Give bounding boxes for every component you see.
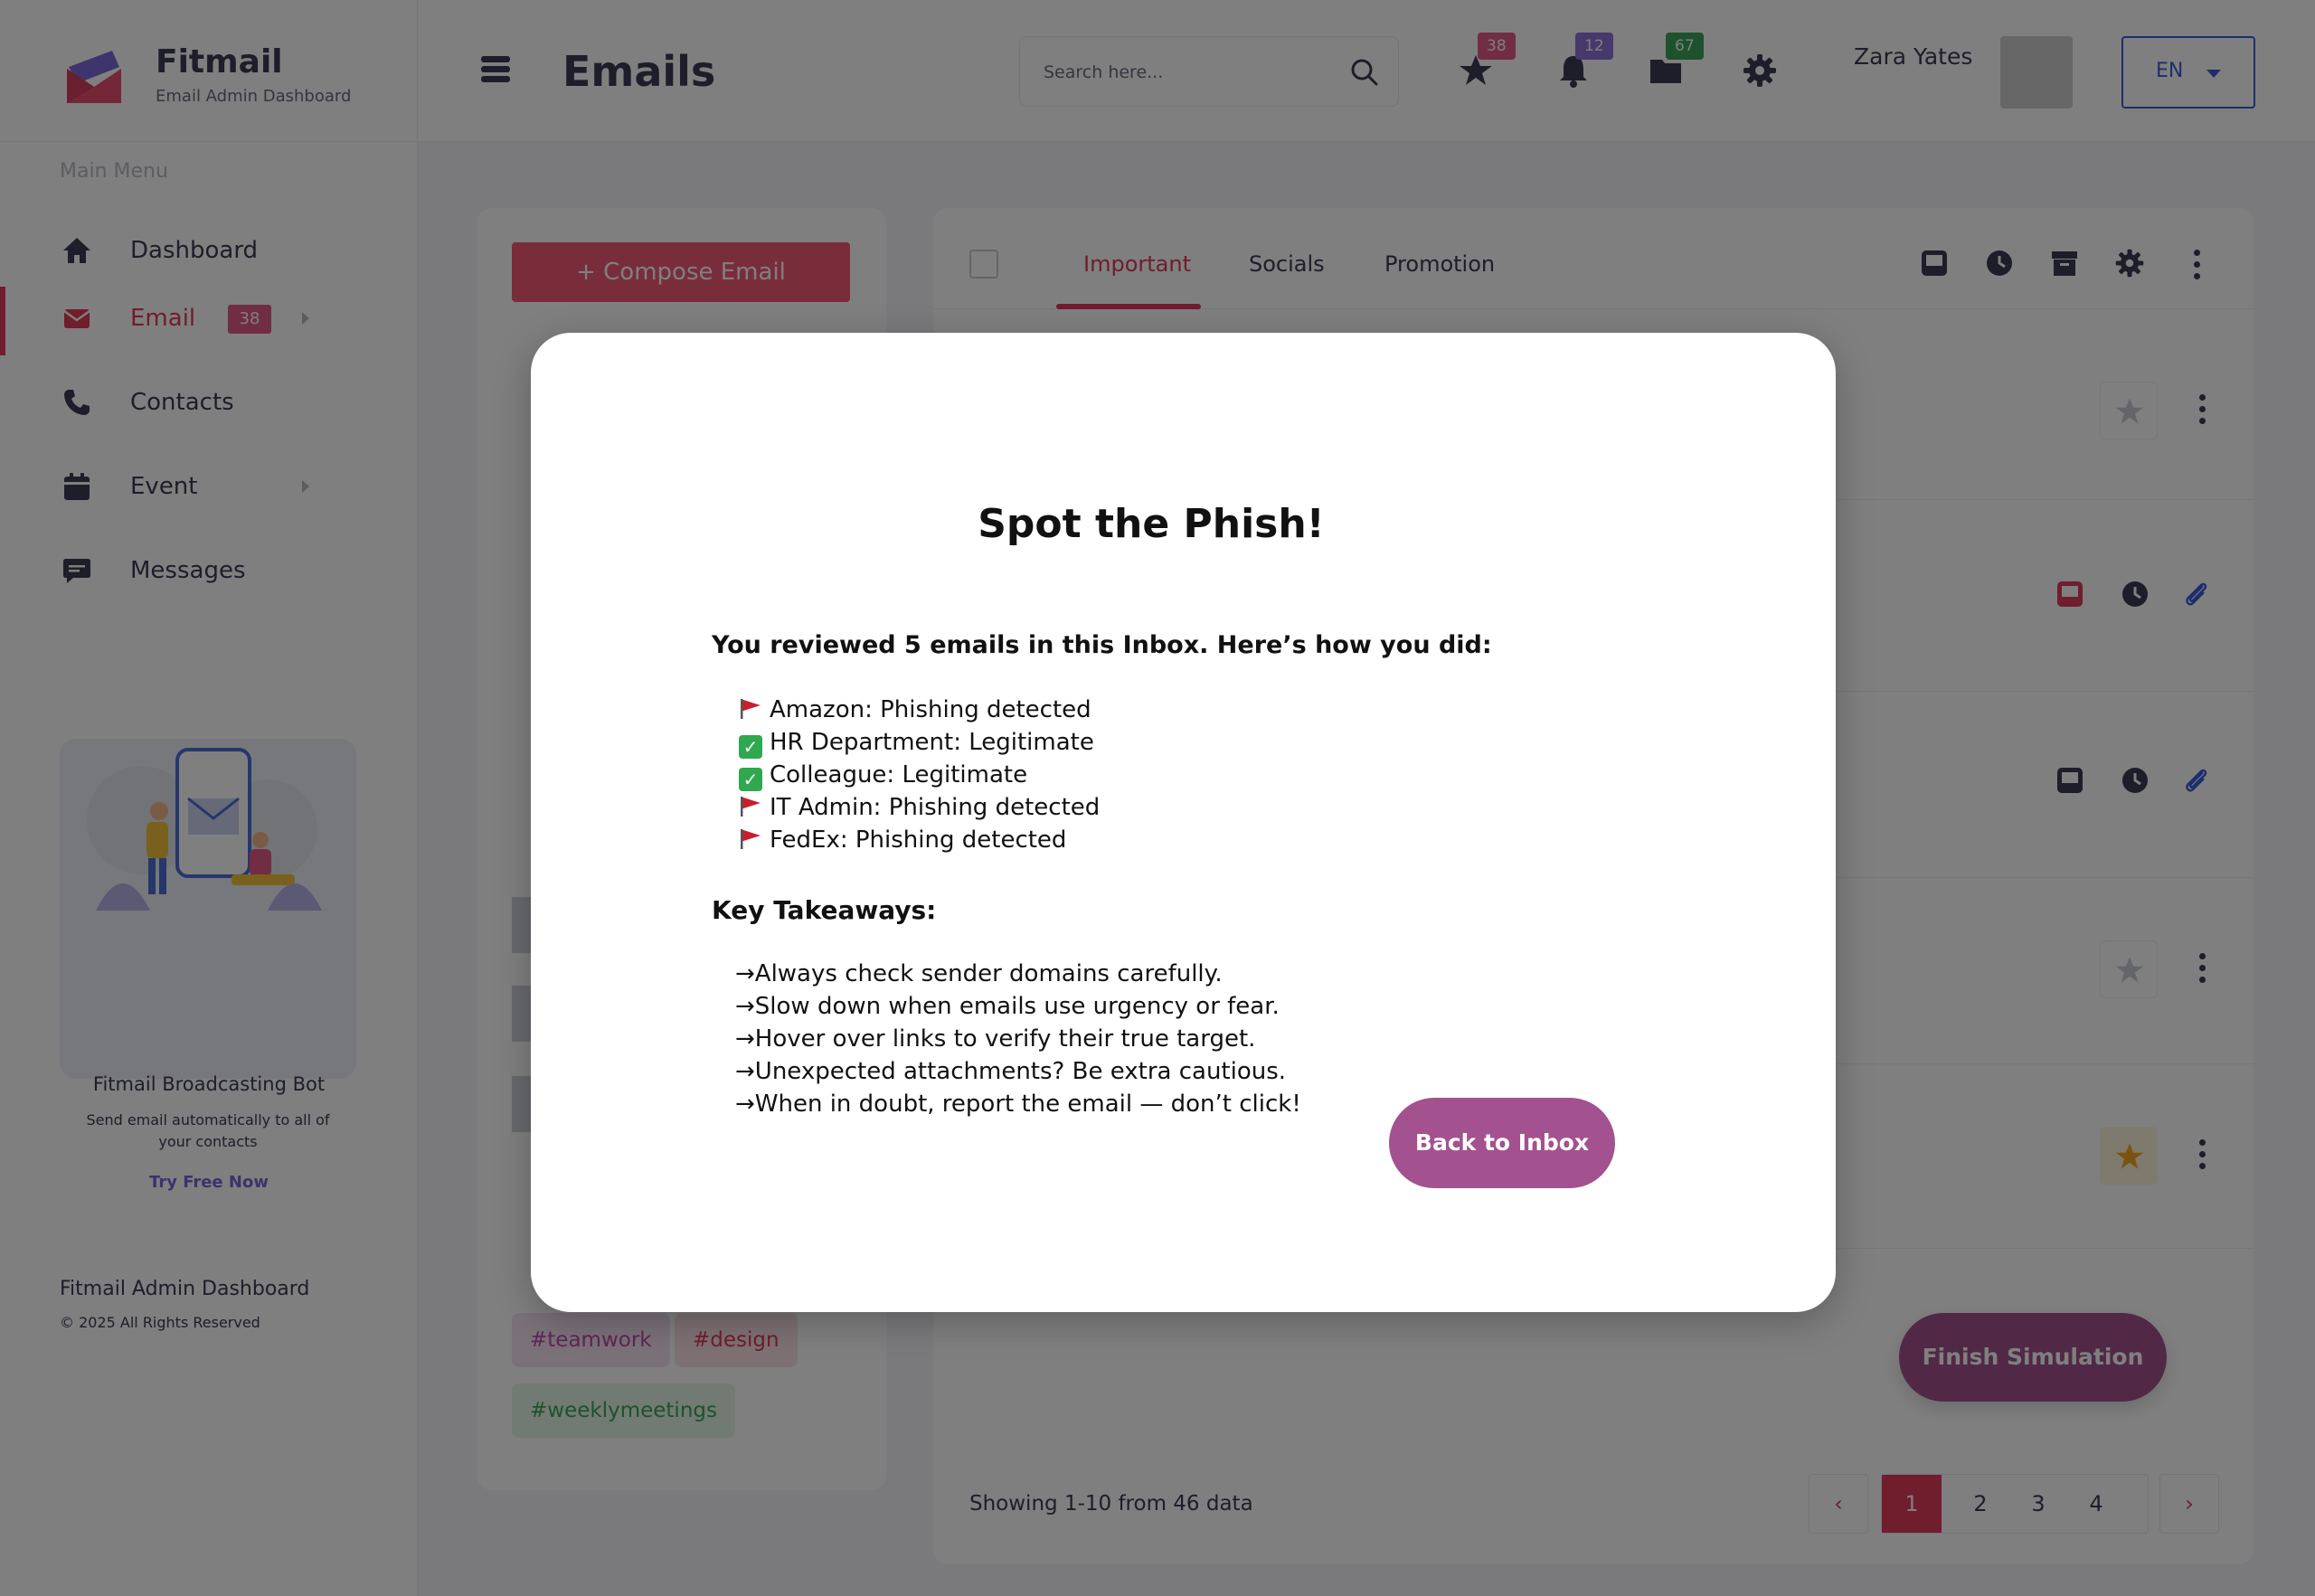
back-to-inbox-button[interactable]: Back to Inbox bbox=[1389, 1098, 1615, 1188]
modal-intro: You reviewed 5 emails in this Inbox. Her… bbox=[712, 631, 1492, 659]
check-mark-icon: ✓ bbox=[739, 768, 762, 791]
check-mark-icon: ✓ bbox=[739, 735, 762, 759]
modal-title: Spot the Phish! bbox=[978, 501, 1325, 547]
result-item: FedEx: Phishing detected bbox=[739, 826, 1066, 859]
result-item: Amazon: Phishing detected bbox=[739, 696, 1091, 729]
result-item: ✓ HR Department: Legitimate bbox=[739, 729, 1094, 761]
red-flag-icon bbox=[741, 797, 761, 817]
result-text: IT Admin: Phishing detected bbox=[770, 794, 1101, 821]
results-modal: Spot the Phish! You reviewed 5 emails in… bbox=[531, 333, 1836, 1312]
takeaway-item: →Unexpected attachments? Be extra cautio… bbox=[735, 1058, 1287, 1085]
red-flag-icon bbox=[741, 699, 761, 719]
result-text: Colleague: Legitimate bbox=[770, 761, 1028, 789]
takeaway-item: →Slow down when emails use urgency or fe… bbox=[735, 993, 1280, 1020]
takeaway-item: →Always check sender domains carefully. bbox=[735, 960, 1223, 987]
takeaway-item: →When in doubt, report the email — don’t… bbox=[735, 1091, 1301, 1118]
result-item: ✓ Colleague: Legitimate bbox=[739, 761, 1027, 794]
result-text: FedEx: Phishing detected bbox=[770, 826, 1067, 854]
result-text: Amazon: Phishing detected bbox=[770, 696, 1091, 723]
result-item: IT Admin: Phishing detected bbox=[739, 794, 1100, 826]
red-flag-icon bbox=[741, 829, 761, 849]
result-text: HR Department: Legitimate bbox=[770, 729, 1094, 756]
takeaways-heading: Key Takeaways: bbox=[712, 895, 937, 925]
takeaway-item: →Hover over links to verify their true t… bbox=[735, 1025, 1256, 1053]
